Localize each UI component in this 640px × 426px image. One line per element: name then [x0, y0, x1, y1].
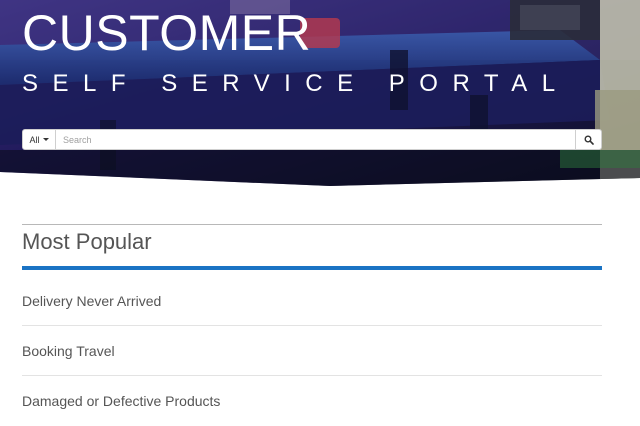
search-scope-dropdown[interactable]: All — [23, 130, 56, 149]
section-divider — [22, 224, 602, 225]
search-scope-label: All — [29, 134, 40, 145]
most-popular-heading: Most Popular — [22, 229, 152, 254]
list-item: Damaged or Defective Products — [22, 376, 602, 426]
hero-title: CUSTOMER — [22, 5, 312, 61]
list-item: Delivery Never Arrived — [22, 276, 602, 326]
search-input[interactable] — [56, 130, 575, 149]
caret-down-icon — [42, 138, 49, 141]
hero-subtitle: SELF SERVICE PORTAL — [22, 70, 570, 97]
popular-link-damaged-products[interactable]: Damaged or Defective Products — [22, 393, 220, 409]
hero-banner: CUSTOMER SELF SERVICE PORTAL — [0, 0, 640, 186]
popular-link-delivery-never-arrived[interactable]: Delivery Never Arrived — [22, 293, 161, 309]
search-bar: All — [22, 129, 602, 150]
list-item: Booking Travel — [22, 326, 602, 376]
accent-divider — [22, 266, 602, 270]
popular-link-booking-travel[interactable]: Booking Travel — [22, 343, 115, 359]
search-button[interactable] — [575, 130, 601, 149]
popular-list: Delivery Never Arrived Booking Travel Da… — [22, 276, 602, 426]
search-icon — [584, 135, 594, 145]
